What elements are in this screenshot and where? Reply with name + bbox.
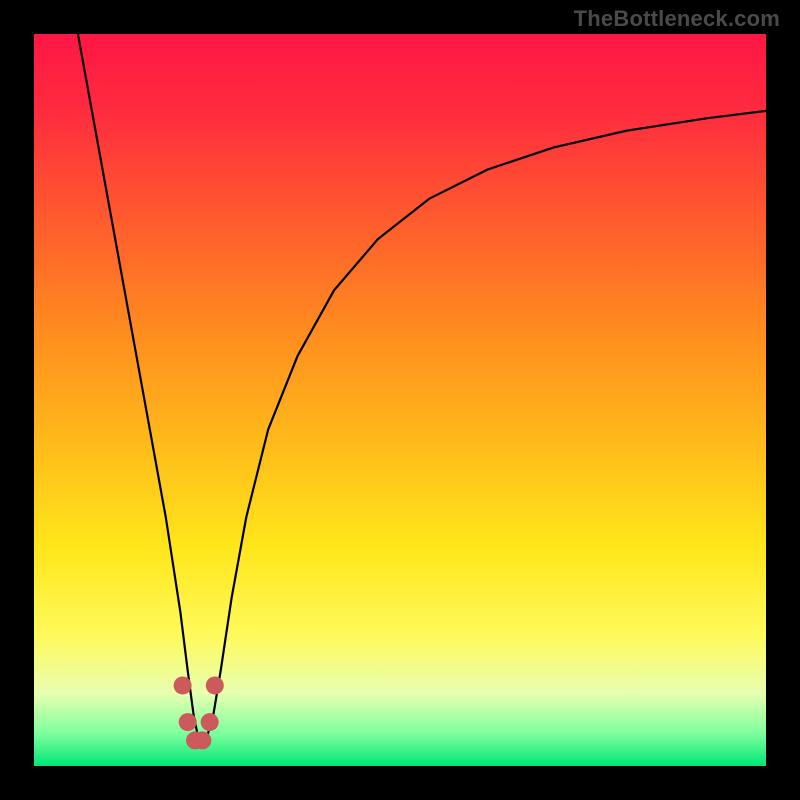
plot-area (34, 34, 766, 766)
marker-dot (179, 713, 197, 731)
watermark-text: TheBottleneck.com (574, 6, 780, 32)
marker-dot (201, 713, 219, 731)
marker-dot (206, 676, 224, 694)
chart-frame: TheBottleneck.com (0, 0, 800, 800)
marker-dot (174, 676, 192, 694)
plot-svg (34, 34, 766, 766)
marker-dot (193, 731, 211, 749)
